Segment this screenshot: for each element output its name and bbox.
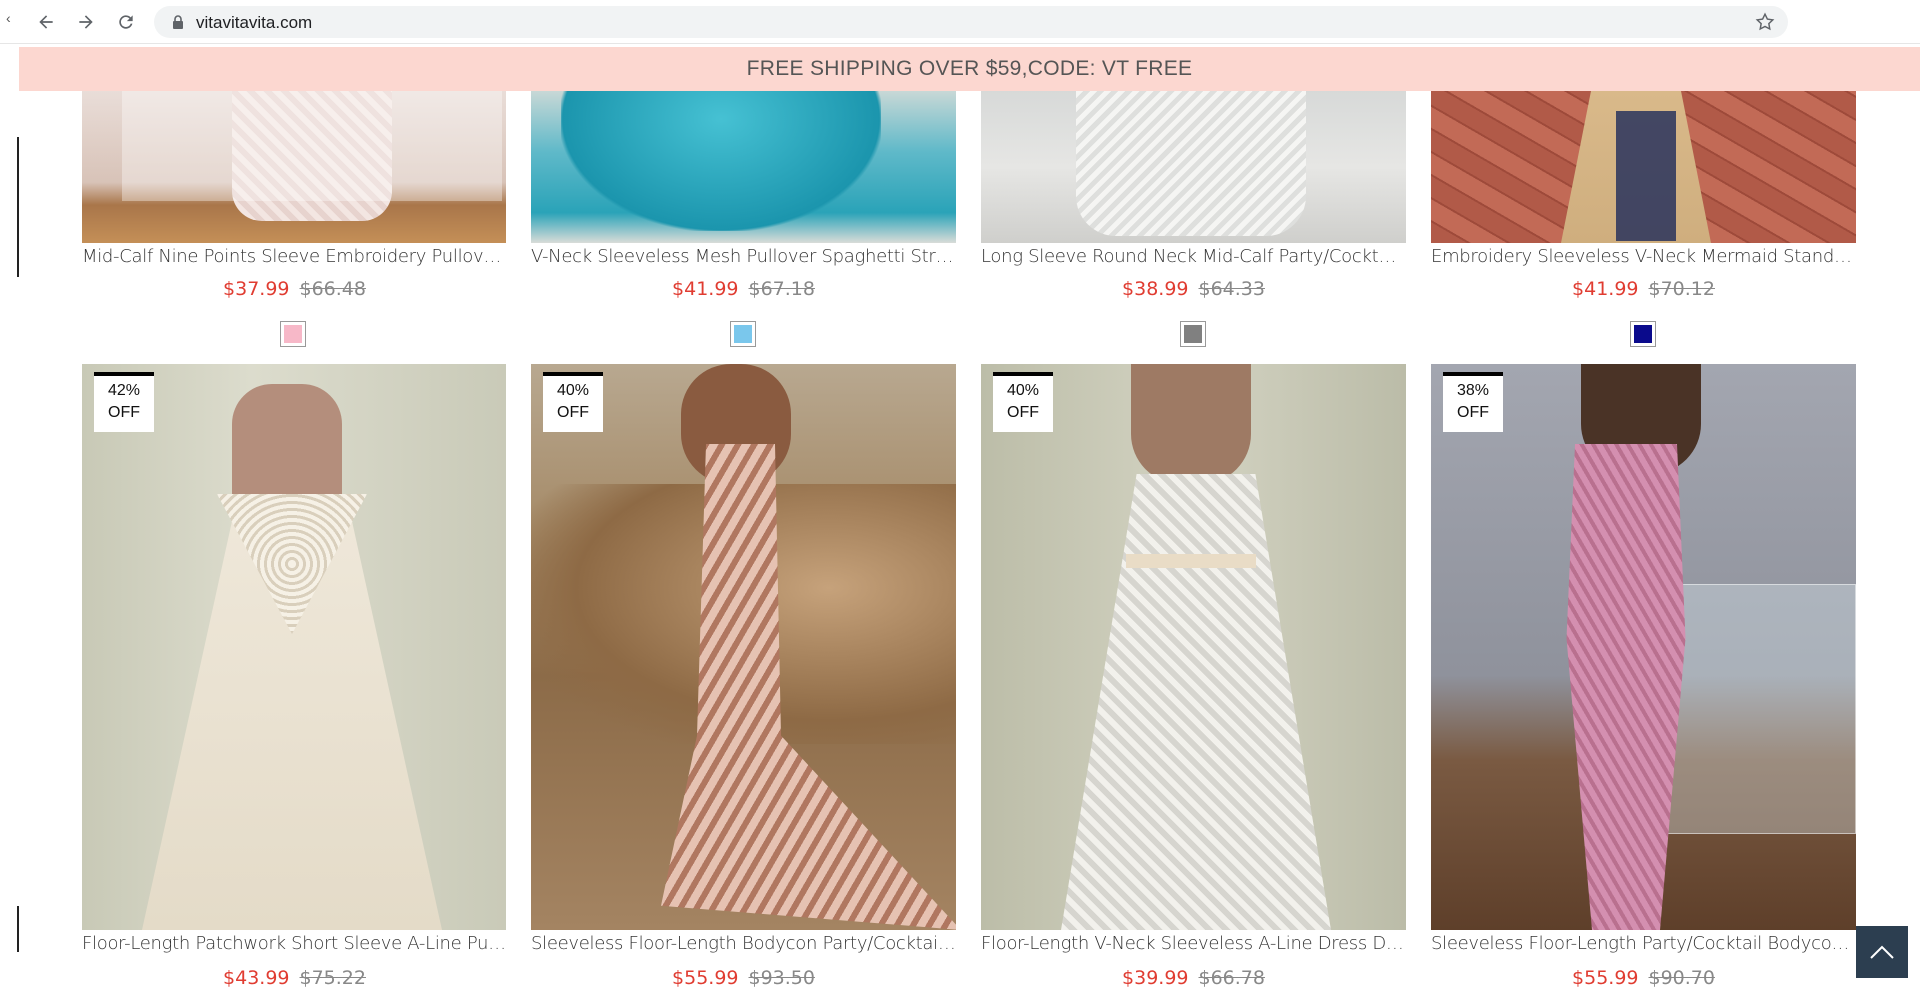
discount-badge: 42% OFF [94, 372, 154, 432]
chevron-up-icon [1870, 945, 1894, 959]
forward-arrow-icon[interactable] [73, 9, 99, 35]
product-image[interactable] [531, 91, 956, 243]
product-title[interactable]: Floor-Length V-Neck Sleeveless A-Line Dr… [981, 933, 1406, 954]
discount-off-label: OFF [1007, 404, 1039, 421]
original-price: $66.78 [1198, 967, 1265, 989]
discount-off-label: OFF [108, 404, 140, 421]
discount-badge: 40% OFF [993, 372, 1053, 432]
discount-percent: 40% [556, 382, 590, 399]
product-image[interactable]: 40% OFF [531, 364, 956, 930]
original-price: $93.50 [748, 967, 815, 989]
product-price: $37.99 $66.48 [82, 278, 507, 300]
bookmark-star-icon[interactable] [1754, 11, 1776, 33]
discount-percent: 40% [1006, 382, 1040, 399]
original-price: $70.12 [1648, 278, 1715, 300]
reload-icon[interactable] [113, 9, 139, 35]
product-title[interactable]: Sleeveless Floor-Length Party/Cocktail B… [1431, 933, 1856, 954]
original-price: $75.22 [299, 967, 366, 989]
page-edge-line [17, 906, 19, 952]
sale-price: $55.99 [672, 967, 739, 989]
color-swatch[interactable] [730, 321, 756, 347]
free-shipping-banner[interactable]: FREE SHIPPING OVER $59,CODE: VT FREE [19, 47, 1920, 91]
product-image[interactable] [1431, 91, 1856, 243]
sale-price: $55.99 [1572, 967, 1639, 989]
product-image[interactable]: 40% OFF [981, 364, 1406, 930]
edge-chevron-left-icon: ‹ [6, 10, 11, 26]
discount-badge: 40% OFF [543, 372, 603, 432]
product-title[interactable]: V-Neck Sleeveless Mesh Pullover Spaghett… [531, 246, 956, 267]
discount-off-label: OFF [557, 404, 589, 421]
sale-price: $37.99 [223, 278, 290, 300]
back-to-top-button[interactable] [1856, 926, 1908, 978]
url-text[interactable]: vitavitavita.com [196, 13, 312, 33]
sale-price: $41.99 [672, 278, 739, 300]
browser-toolbar: ‹ vitavitavita.com [0, 0, 1920, 44]
product-title[interactable]: Long Sleeve Round Neck Mid-Calf Party/Co… [981, 246, 1406, 267]
sale-price: $41.99 [1572, 278, 1639, 300]
page-edge-line [17, 137, 19, 277]
sale-price: $38.99 [1122, 278, 1189, 300]
original-price: $66.48 [299, 278, 366, 300]
product-price: $39.99 $66.78 [981, 967, 1406, 989]
product-price: $38.99 $64.33 [981, 278, 1406, 300]
color-swatch[interactable] [1630, 321, 1656, 347]
discount-off-label: OFF [1457, 404, 1489, 421]
product-price: $41.99 $70.12 [1431, 278, 1856, 300]
product-image[interactable]: 42% OFF [82, 364, 506, 930]
original-price: $67.18 [748, 278, 815, 300]
back-arrow-icon[interactable] [33, 9, 59, 35]
color-swatch[interactable] [280, 321, 306, 347]
product-price: $41.99 $67.18 [531, 278, 956, 300]
address-bar[interactable]: vitavitavita.com [154, 6, 1788, 38]
product-title[interactable]: Embroidery Sleeveless V-Neck Mermaid Sta… [1431, 246, 1856, 267]
banner-text: FREE SHIPPING OVER $59,CODE: VT FREE [746, 57, 1193, 80]
product-title[interactable]: Sleeveless Floor-Length Bodycon Party/Co… [531, 933, 956, 954]
original-price: $64.33 [1198, 278, 1265, 300]
product-image[interactable] [981, 91, 1406, 243]
discount-badge: 38% OFF [1443, 372, 1503, 432]
product-price: $43.99 $75.22 [82, 967, 507, 989]
lock-icon [173, 15, 183, 29]
product-image[interactable] [82, 91, 506, 243]
product-image[interactable]: 38% OFF [1431, 364, 1856, 930]
discount-percent: 42% [107, 382, 141, 399]
product-price: $55.99 $90.70 [1431, 967, 1856, 989]
original-price: $90.70 [1648, 967, 1715, 989]
sale-price: $39.99 [1122, 967, 1189, 989]
product-title[interactable]: Mid-Calf Nine Points Sleeve Embroidery P… [82, 246, 507, 267]
discount-percent: 38% [1456, 382, 1490, 399]
product-price: $55.99 $93.50 [531, 967, 956, 989]
sale-price: $43.99 [223, 967, 290, 989]
color-swatch[interactable] [1180, 321, 1206, 347]
product-title[interactable]: Floor-Length Patchwork Short Sleeve A-Li… [82, 933, 507, 954]
